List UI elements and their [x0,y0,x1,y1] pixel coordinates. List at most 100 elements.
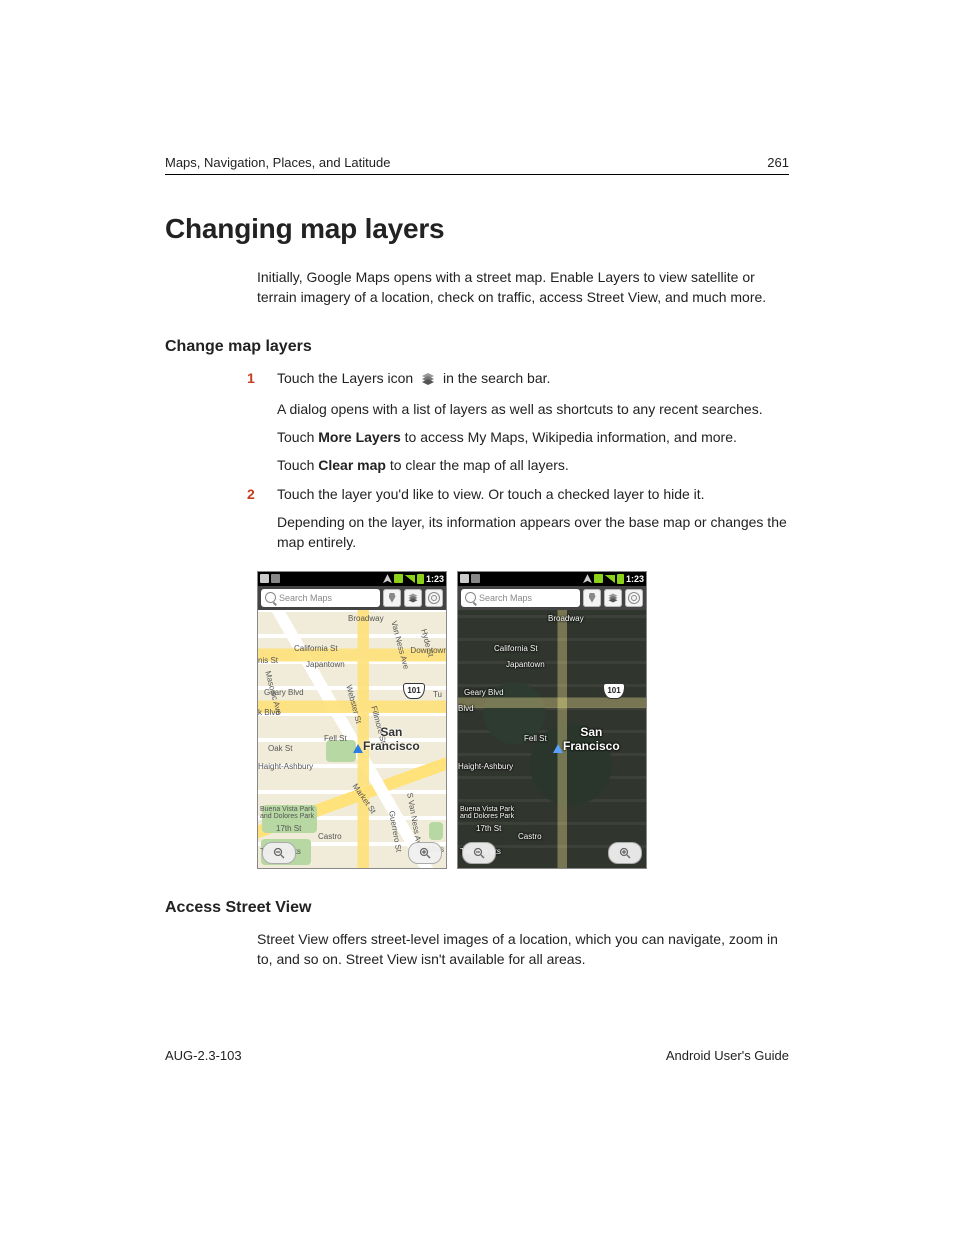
status-time: 1:23 [626,574,644,584]
sync-icon [394,574,403,583]
signal-icon [405,575,415,583]
notification-icon [471,574,480,583]
target-icon [428,592,440,604]
screenshot-street-map: 1:23 Search Maps [257,571,447,869]
map-label: Blvd [458,704,474,713]
step-text-line2: Depending on the layer, its information … [277,512,789,553]
places-button [583,589,601,607]
map-label: Geary Blvd [464,688,504,697]
map-label: Broadway [548,614,584,623]
page-title: Changing map layers [165,213,789,245]
map-label: Fell St [324,734,347,743]
step-number: 1 [247,368,255,388]
step-text: Touch the Layers icon [277,370,413,386]
text: Touch [277,457,318,473]
street-view-paragraph: Street View offers street-level images o… [257,929,789,970]
zoom-in-button [608,842,642,864]
map-label: Oak St [268,744,292,753]
steps-list: 1 Touch the Layers icon in the search ba… [257,368,789,553]
map-area: Broadway California St Japantown Geary B… [458,610,646,868]
zoom-out-button [262,842,296,864]
pin-icon [589,593,596,603]
map-label: nis St [258,656,278,665]
step-1: 1 Touch the Layers icon in the search ba… [257,368,789,476]
layers-icon [407,592,419,604]
map-label: Haight-Ashbury [258,762,313,771]
layers-button [604,589,622,607]
map-label: 17th St [276,824,301,833]
user-location-icon [353,744,363,753]
intro-paragraph: Initially, Google Maps opens with a stre… [257,267,789,308]
footer-left: AUG-2.3-103 [165,1048,242,1063]
map-label: Buena Vista Park and Dolores Park [260,806,315,821]
map-label: Tu [433,690,442,699]
map-label: Broadway [348,614,384,623]
signal-icon [605,575,615,583]
step-text-cont: in the search bar. [443,370,550,386]
text: to access My Maps, Wikipedia information… [401,429,737,445]
gps-icon [383,574,392,583]
search-placeholder: Search Maps [279,593,332,603]
bold-more-layers: More Layers [318,429,400,445]
search-row: Search Maps [258,586,446,610]
layers-icon [607,592,619,604]
heading-access-street-view: Access Street View [165,899,789,917]
status-time: 1:23 [426,574,444,584]
search-row: Search Maps [458,586,646,610]
pin-icon [389,593,396,603]
map-label: Castro [318,832,342,841]
text: Touch [277,429,318,445]
search-icon [265,592,276,603]
search-placeholder: Search Maps [479,593,532,603]
step-text-line3: Touch More Layers to access My Maps, Wik… [277,427,789,447]
map-label: California St [494,644,538,653]
heading-change-map-layers: Change map layers [165,338,789,356]
section-name: Maps, Navigation, Places, and Latitude [165,155,390,170]
text: to clear the map of all layers. [386,457,569,473]
screenshot-satellite-map: 1:23 Search Maps [457,571,647,869]
running-header: Maps, Navigation, Places, and Latitude 2… [165,155,789,175]
notification-icon [271,574,280,583]
map-label: Haight-Ashbury [458,762,513,771]
search-box: Search Maps [461,589,580,607]
battery-icon [417,574,424,584]
mail-icon [460,574,469,583]
target-icon [628,592,640,604]
page-number: 261 [767,155,789,170]
step-2: 2 Touch the layer you'd like to view. Or… [257,484,789,553]
sync-icon [594,574,603,583]
map-label: Castro [518,832,542,841]
figure-row: 1:23 Search Maps [257,571,789,869]
step-text-line4: Touch Clear map to clear the map of all … [277,455,789,475]
layers-icon [420,371,436,391]
status-bar: 1:23 [458,572,646,586]
map-label: 17th St [476,824,501,833]
battery-icon [617,574,624,584]
mylocation-button [425,589,443,607]
document-page: Maps, Navigation, Places, and Latitude 2… [0,0,954,1235]
map-city-label: San Francisco [563,725,620,753]
map-label: Fell St [524,734,547,743]
zoom-in-button [408,842,442,864]
highway-shield: 101 [603,683,625,699]
footer-right: Android User's Guide [666,1048,789,1063]
step-text-line2: A dialog opens with a list of layers as … [277,399,789,419]
map-city-label: San Francisco [363,725,420,753]
status-bar: 1:23 [258,572,446,586]
gps-icon [583,574,592,583]
mylocation-button [625,589,643,607]
bold-clear-map: Clear map [318,457,386,473]
step-number: 2 [247,484,255,504]
step-text: Touch the layer you'd like to view. Or t… [277,486,705,502]
map-label: Japantown [506,660,545,669]
map-label: Japantown [306,660,345,669]
map-label: Buena Vista Park and Dolores Park [460,806,515,821]
places-button [383,589,401,607]
layers-button [404,589,422,607]
search-box: Search Maps [261,589,380,607]
search-icon [465,592,476,603]
highway-shield: 101 [403,683,425,699]
page-footer: AUG-2.3-103 Android User's Guide [165,1048,789,1063]
map-label: California St [294,644,338,653]
zoom-out-button [462,842,496,864]
